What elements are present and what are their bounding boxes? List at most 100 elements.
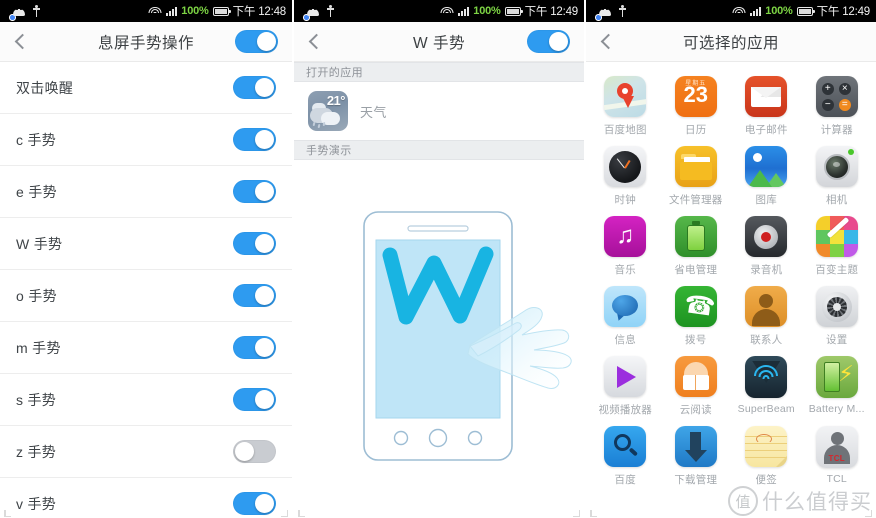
usb-icon: [32, 5, 41, 17]
calendar-icon: 星期五 23: [674, 76, 717, 117]
android-icon: [306, 6, 320, 16]
gesture-demo-illustration: [294, 160, 584, 518]
video-player-icon: [604, 356, 647, 397]
superbeam-icon: [745, 356, 788, 398]
app-label: 图库: [755, 193, 777, 206]
list-item[interactable]: v 手势: [0, 478, 292, 518]
list-item[interactable]: z 手势: [0, 426, 292, 478]
row-toggle[interactable]: [233, 180, 276, 203]
status-bar: 100% 下午 12:49: [294, 0, 584, 22]
battery-icon: [504, 6, 523, 16]
contacts-icon: [745, 286, 788, 327]
nav-corner-left: [298, 509, 308, 517]
app-cell[interactable]: 设置: [802, 280, 873, 350]
row-toggle[interactable]: [233, 76, 276, 99]
baidu-map-icon: [604, 76, 647, 117]
list-item-label: m 手势: [16, 339, 61, 356]
back-icon[interactable]: [600, 33, 617, 50]
master-toggle[interactable]: [235, 30, 278, 53]
nav-corner-right: [862, 509, 872, 517]
assigned-app-label: 天气: [360, 104, 387, 120]
recorder-icon: [745, 216, 788, 257]
clock-icon: [604, 146, 647, 187]
status-bar: 100% 下午 12:48: [0, 0, 292, 22]
android-icon: [12, 6, 26, 16]
list-item[interactable]: 双击唤醒: [0, 62, 292, 114]
list-item[interactable]: W 手势: [0, 218, 292, 270]
panel-gesture-settings: 100% 下午 12:48 息屏手势操作 双击唤醒 c 手势 e 手势 W 手势…: [0, 0, 292, 518]
nav-corner-right: [278, 509, 288, 517]
app-cell[interactable]: 百度地图: [590, 70, 661, 140]
section-header-demo: 手势演示: [294, 140, 584, 160]
battery-percent: 100%: [473, 5, 501, 17]
list-item[interactable]: c 手势: [0, 114, 292, 166]
app-cell[interactable]: 电子邮件: [731, 70, 802, 140]
app-label: 电子邮件: [744, 123, 788, 136]
app-cell[interactable]: 信息: [590, 280, 661, 350]
row-toggle[interactable]: [233, 336, 276, 359]
app-cell[interactable]: ☎ 拨号: [661, 280, 732, 350]
dialer-icon: ☎: [674, 286, 717, 327]
app-label: 百度: [614, 473, 636, 486]
app-cell[interactable]: 文件管理器: [661, 140, 732, 210]
app-cell[interactable]: 时钟: [590, 140, 661, 210]
screenshot-stage: 100% 下午 12:48 息屏手势操作 双击唤醒 c 手势 e 手势 W 手势…: [0, 0, 876, 518]
usb-icon: [618, 5, 627, 17]
app-cell[interactable]: 视频播放器: [590, 350, 661, 420]
app-cell[interactable]: 相机: [802, 140, 873, 210]
list-item[interactable]: s 手势: [0, 374, 292, 426]
app-label: 联系人: [750, 333, 783, 346]
app-cell[interactable]: 星期五 23 日历: [661, 70, 732, 140]
app-cell[interactable]: + × − = 计算器: [802, 70, 873, 140]
app-cell[interactable]: 录音机: [731, 210, 802, 280]
row-toggle[interactable]: [233, 128, 276, 151]
app-label: 音乐: [614, 263, 636, 276]
wifi-icon: [732, 6, 746, 17]
app-cell[interactable]: 便签: [731, 420, 802, 490]
section-header-open-app: 打开的应用: [294, 62, 584, 82]
music-icon: ♫: [604, 216, 647, 257]
usb-icon: [326, 5, 335, 17]
list-item[interactable]: e 手势: [0, 166, 292, 218]
status-time: 下午 12:49: [816, 6, 871, 18]
assigned-app-row[interactable]: 21° 天气: [294, 82, 584, 140]
app-label: 日历: [685, 123, 707, 136]
email-icon: [745, 76, 788, 117]
row-toggle[interactable]: [233, 440, 276, 463]
list-item-label: z 手势: [16, 443, 57, 460]
app-label: 文件管理器: [669, 193, 723, 206]
tcl-badge: TCL: [828, 454, 845, 463]
app-cell[interactable]: 百变主题: [802, 210, 873, 280]
back-icon[interactable]: [308, 33, 325, 50]
app-label: 百变主题: [815, 263, 859, 276]
app-cell[interactable]: 云阅读: [661, 350, 732, 420]
status-bar-left-icons: [300, 5, 335, 17]
row-toggle[interactable]: [233, 232, 276, 255]
nav-corner-left: [590, 509, 600, 517]
app-cell[interactable]: 联系人: [731, 280, 802, 350]
app-label: SuperBeam: [737, 403, 795, 415]
master-toggle[interactable]: [527, 30, 570, 53]
status-bar-right-icons: 100% 下午 12:49: [440, 3, 578, 19]
battery-percent: 100%: [181, 5, 209, 17]
back-icon[interactable]: [14, 33, 31, 50]
row-toggle[interactable]: [233, 388, 276, 411]
title-bar-panel1: 息屏手势操作: [0, 22, 292, 62]
app-cell[interactable]: 下载管理: [661, 420, 732, 490]
list-item[interactable]: m 手势: [0, 322, 292, 374]
nav-corner-right: [570, 509, 580, 517]
app-cell[interactable]: 百度: [590, 420, 661, 490]
app-cell[interactable]: TCL TCL: [802, 420, 873, 490]
notes-icon: [745, 426, 788, 467]
app-cell[interactable]: 图库: [731, 140, 802, 210]
list-item-label: c 手势: [16, 131, 57, 148]
baidu-search-icon: [604, 426, 647, 467]
app-cell[interactable]: ♫ 音乐: [590, 210, 661, 280]
list-item-label: v 手势: [16, 495, 57, 512]
row-toggle[interactable]: [233, 492, 276, 515]
list-item[interactable]: o 手势: [0, 270, 292, 322]
row-toggle[interactable]: [233, 284, 276, 307]
app-cell[interactable]: SuperBeam: [731, 350, 802, 420]
app-cell[interactable]: ⚡ Battery M...: [802, 350, 873, 420]
app-cell[interactable]: 省电管理: [661, 210, 732, 280]
